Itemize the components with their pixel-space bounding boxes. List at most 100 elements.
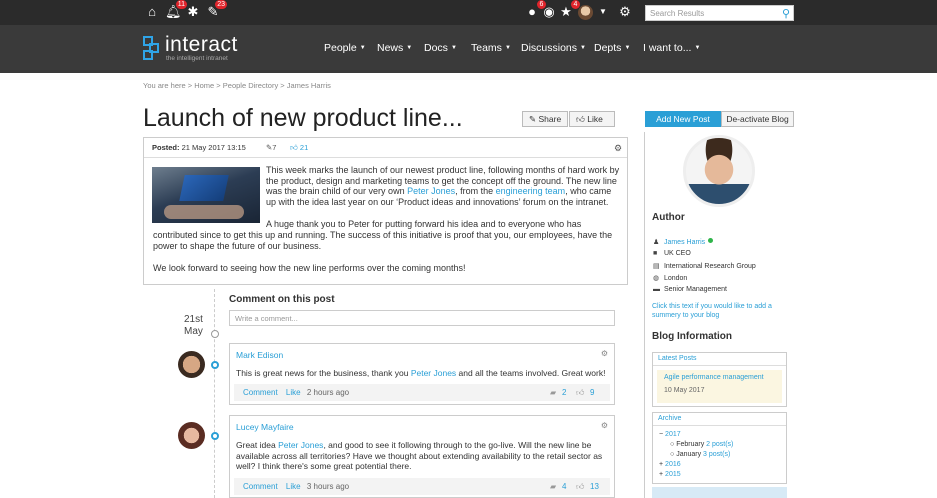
post-paragraph-2a: A huge thank you to Peter for putting fo… [266,219,582,229]
comment-settings-icon[interactable]: ⚙ [601,349,608,358]
location-pin-icon: ◍ [653,275,660,282]
logo-text: interact [165,33,238,56]
timeline-date: 21st May [184,314,203,337]
briefcase-icon: ■ [653,250,658,257]
post-paragraph-1: This week marks the launch of our newest… [266,165,620,208]
avatar[interactable] [178,422,205,449]
user-avatar[interactable] [578,5,593,20]
nav-people[interactable]: People ▼ [324,42,366,54]
comment-reply-link[interactable]: Comment [243,388,278,397]
like-count[interactable]: 13 [590,478,599,495]
column-divider [644,132,645,498]
peter-jones-link[interactable]: Peter Jones [407,186,455,196]
comment-footer: Comment Like 2 hours ago ▰ 2 👍︎ 9 [234,384,610,401]
commenter-name[interactable]: Lucey Mayfaire [236,422,294,432]
star-icon[interactable]: ★ 4 [558,0,580,20]
logo-mark-icon [143,36,160,60]
archive-tab[interactable]: Archive [653,413,786,426]
author-company-row: ▤ International Research Group [653,263,756,270]
search-icon[interactable]: ⚲ [782,7,790,20]
thumbs-up-icon: 👍︎ [576,114,585,124]
post-paragraph-3: We look forward to seeing how the new li… [153,263,466,273]
comment-input[interactable]: Write a comment... [229,310,615,326]
timeline-dot [211,330,219,338]
comment-footer: Comment Like 3 hours ago ▰ 4 👍︎ 13 [234,478,610,495]
avatar[interactable] [178,351,205,378]
engineering-team-link[interactable]: engineering team [496,186,566,196]
posted-date: 21 May 2017 13:15 [181,143,246,152]
author-location-row: ◍ London [653,275,688,282]
puzzle-icon[interactable]: ✱ [185,4,201,20]
blog-info-heading: Blog Information [652,331,732,342]
comment-time: 2 hours ago [306,388,350,397]
page-title: Launch of new product line... [143,104,463,132]
logo-tagline: the intelligent intranet [166,55,228,62]
thumbs-up-icon: 👍︎ [576,482,585,491]
nav-i-want-to[interactable]: I want to... ▼ [643,42,700,54]
latest-posts-tab[interactable]: Latest Posts [653,353,786,366]
blog-post: Posted: 21 May 2017 13:15 ✎7 👍︎ 21 ⚙ Thi… [143,137,628,285]
commenter-name[interactable]: Mark Edison [236,350,283,360]
latest-post-item[interactable]: Agile performance management 10 May 2017 [657,370,782,403]
peter-jones-link[interactable]: Peter Jones [278,440,323,450]
archive-month-feb[interactable]: ○ February 2 post(s) [670,441,733,448]
author-team-row: ▬ Senior Management [653,286,727,293]
tasks-icon[interactable]: ✎ 23 [205,0,227,20]
post-settings-icon[interactable]: ⚙ [614,138,622,158]
latest-post-date: 10 May 2017 [664,387,705,394]
comment-card: Mark Edison ⚙ This is great news for the… [229,343,615,405]
timeline-dot [211,361,219,369]
eye-icon[interactable]: ◉ [541,4,557,20]
nav-discussions[interactable]: Discussions ▼ [521,42,586,54]
archive-month-jan[interactable]: ○ January 3 post(s) [670,451,730,458]
like-count[interactable]: 👍︎ 21 [290,138,308,158]
peter-jones-link[interactable]: Peter Jones [411,368,456,378]
replies-icon: ▰ [550,388,557,397]
archive-year-2016[interactable]: + 2016 [659,461,681,468]
share-button[interactable]: ✎ Share [522,111,569,127]
collapse-icon: − [659,431,664,438]
edit-count[interactable]: ✎7 [266,138,276,158]
author-name-link[interactable]: James Harris [664,239,705,246]
author-role-row: ■ UK CEO [653,250,691,257]
comment-like-link[interactable]: Like [286,482,301,491]
reply-count[interactable]: 4 [562,478,566,495]
comment-reply-link[interactable]: Comment [243,482,278,491]
home-icon[interactable]: ⌂ [144,4,160,20]
latest-post-title[interactable]: Agile performance management [664,374,775,381]
posted-label: Posted: [152,143,180,152]
add-new-post-button[interactable]: Add New Post [645,111,721,127]
thumbs-up-icon: 👍︎ [576,388,585,397]
author-photo[interactable] [683,135,755,207]
gear-icon[interactable]: ⚙ [617,4,633,20]
archive-year-2017[interactable]: − 2017 [659,431,681,438]
latest-posts-panel: Latest Posts Agile performance managemen… [652,352,787,407]
comment-settings-icon[interactable]: ⚙ [601,421,608,430]
search-placeholder: Search Results [650,9,705,18]
main-navbar: interact the intelligent intranet People… [0,25,937,73]
deactivate-blog-button[interactable]: De-activate Blog [721,111,794,127]
alert-icon[interactable]: ● 6 [524,0,546,20]
nav-depts[interactable]: Depts ▼ [594,42,630,54]
search-input[interactable]: Search Results ⚲ [645,5,794,21]
reply-count[interactable]: 2 [562,384,566,401]
comment-card: Lucey Mayfaire ⚙ Great idea Peter Jones,… [229,415,615,498]
like-button[interactable]: 👍︎ Like [569,111,615,127]
building-icon: ▤ [653,263,660,270]
post-header: Posted: 21 May 2017 13:15 ✎7 👍︎ 21 ⚙ [144,138,627,158]
comment-time: 3 hours ago [306,482,350,491]
bell-icon[interactable]: 🔔︎ 11 [165,0,187,20]
archive-year-2015[interactable]: + 2015 [659,471,681,478]
person-icon: ♟ [653,239,660,246]
post-paragraph-2: contributed since to get this up and run… [153,230,613,251]
nav-teams[interactable]: Teams ▼ [471,42,511,54]
comment-like-link[interactable]: Like [286,388,301,397]
nav-docs[interactable]: Docs ▼ [424,42,457,54]
breadcrumb[interactable]: You are here > Home > People Directory >… [143,81,331,90]
like-count[interactable]: 9 [590,384,594,401]
chevron-down-icon[interactable]: ▼ [595,4,611,20]
nav-news[interactable]: News ▼ [377,42,412,54]
comment-text: Great idea Peter Jones, and good to see … [236,440,603,471]
add-summary-link[interactable]: Click this text if you would like to add… [652,303,792,320]
logo[interactable]: interact the intelligent intranet [143,33,253,65]
